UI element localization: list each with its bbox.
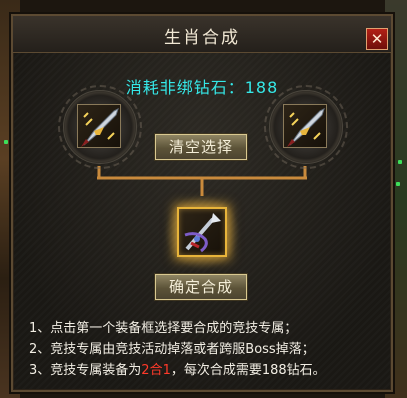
- clear-selection-button[interactable]: 清空选择: [154, 133, 248, 161]
- connector-lines: [97, 166, 307, 196]
- crossbow-icon: [184, 213, 221, 253]
- background-speck: [398, 160, 402, 164]
- synthesis-window: 生肖合成 ✕ 消耗非绑钻石：188 清空选择 确定合成 1、点击第一个装备框选择…: [11, 14, 393, 392]
- instruction-line: 3、竞技专属装备为2合1，每次合成需要188钻石。: [29, 363, 326, 378]
- instructions: 1、点击第一个装备框选择要合成的竞技专属； 2、竞技专属由竞技活动掉落或者跨服B…: [29, 318, 399, 381]
- sword-icon: [81, 108, 119, 147]
- right-equipment-slot[interactable]: [283, 104, 327, 148]
- confirm-synthesis-button[interactable]: 确定合成: [154, 273, 248, 301]
- ratio-highlight: 2合1: [141, 363, 171, 378]
- left-equipment-slot[interactable]: [77, 104, 121, 148]
- result-equipment-slot[interactable]: [177, 207, 227, 257]
- background-speck: [4, 140, 8, 144]
- sword-icon: [287, 108, 325, 147]
- instruction-line: 2、竞技专属由竞技活动掉落或者跨服Boss掉落；: [29, 342, 315, 357]
- instruction-line: 1、点击第一个装备框选择要合成的竞技专属；: [29, 321, 298, 336]
- background-speck: [396, 182, 400, 186]
